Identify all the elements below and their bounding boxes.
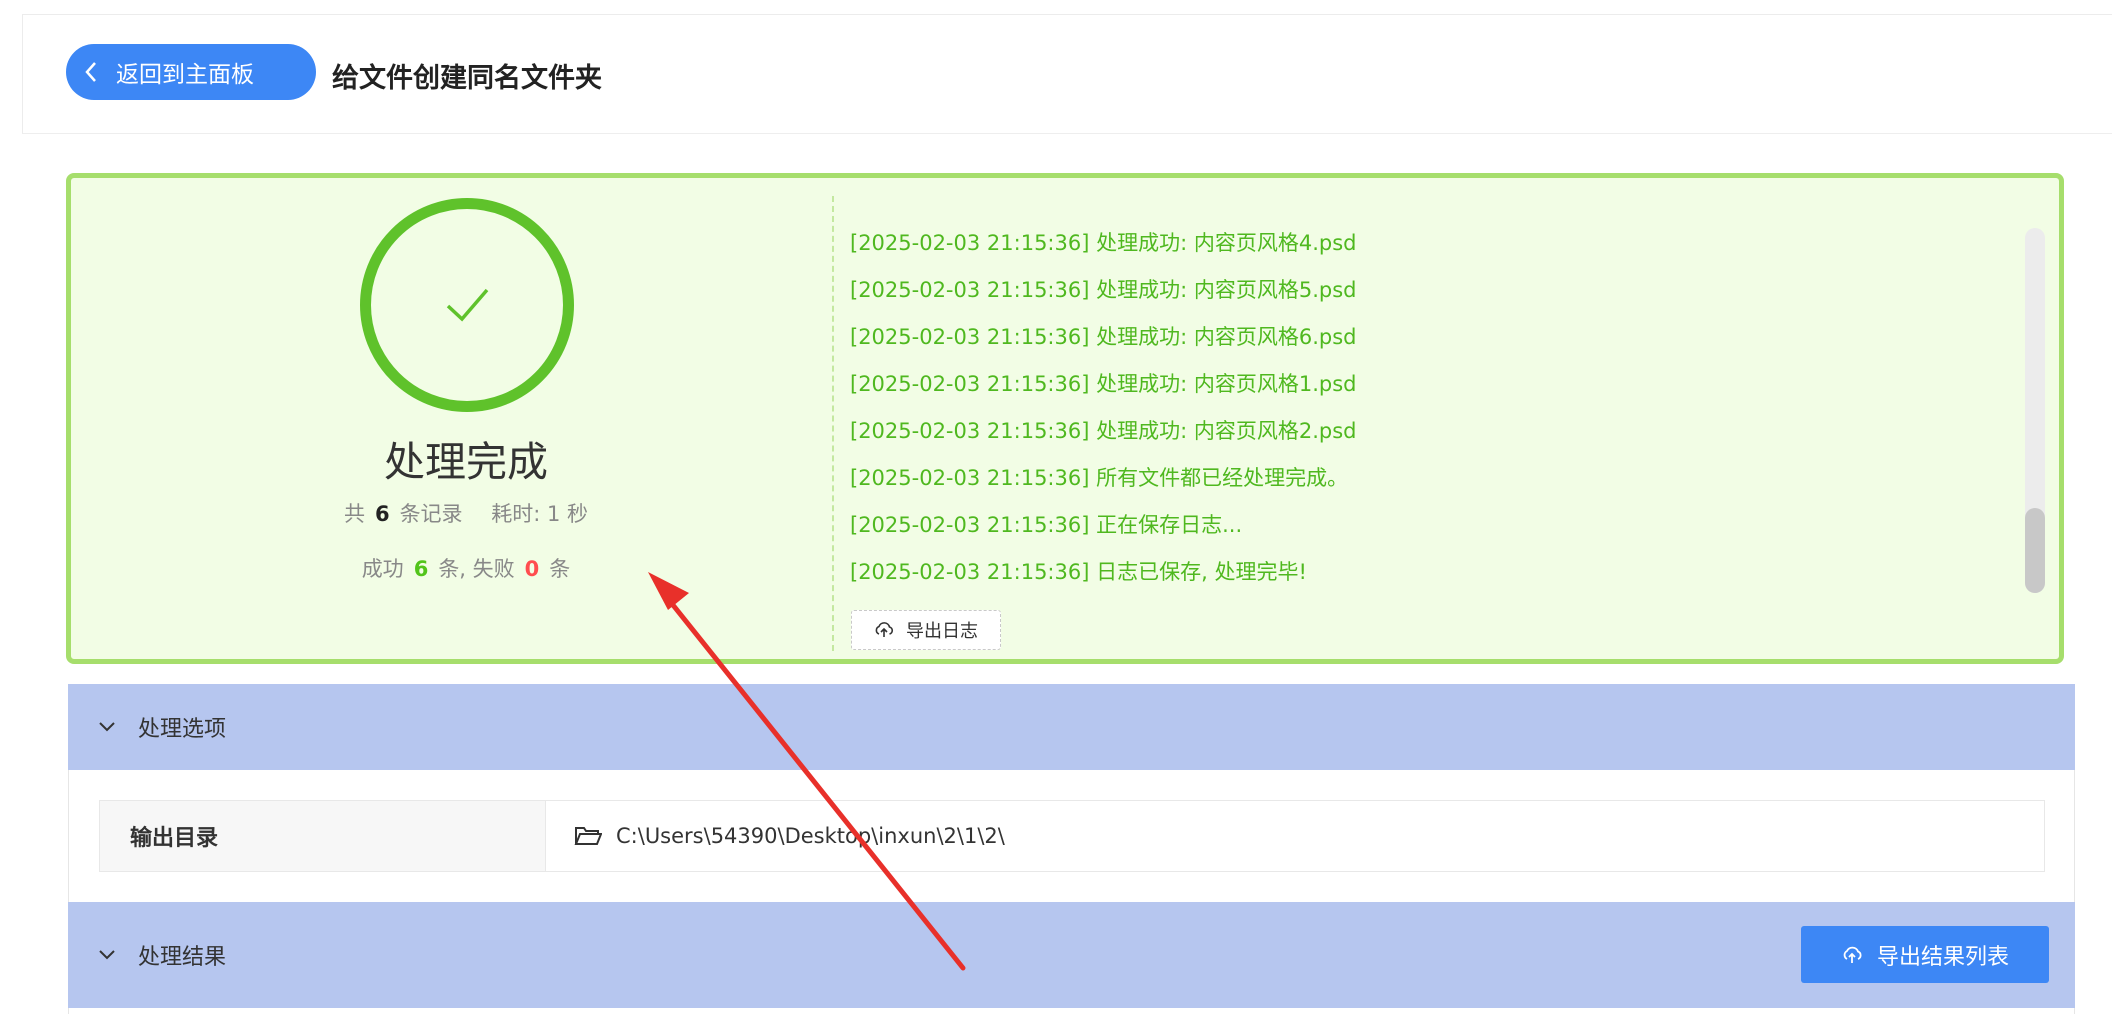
export-results-label: 导出结果列表 [1876,944,2009,970]
log-line: [2025-02-03 21:15:36] 处理成功: 内容页风格2.psd [850,419,1357,443]
options-section-header[interactable]: 处理选项 [68,684,2075,770]
output-dir-value[interactable]: C:\Users\54390\Desktop\inxun\2\1\2\ [546,801,2044,871]
log-line: [2025-02-03 21:15:36] 所有文件都已经处理完成。 [850,466,1349,490]
fail-count: 0 [524,557,540,581]
log-scrollbar[interactable] [2025,228,2045,593]
success-count: 6 [413,557,429,581]
options-section-label: 处理选项 [138,717,227,742]
export-log-button[interactable]: 导出日志 [851,610,1001,650]
total-prefix: 共 [343,502,365,526]
output-dir-path: C:\Users\54390\Desktop\inxun\2\1\2\ [616,824,1005,848]
log-line: [2025-02-03 21:15:36] 日志已保存, 处理完毕! [850,560,1307,584]
back-button-label: 返回到主面板 [116,62,254,88]
success-circle [360,198,574,412]
results-section-label: 处理结果 [138,945,227,970]
cloud-upload-icon [1843,946,1862,963]
success-suffix: 条, 失败 [438,557,515,581]
log-line: [2025-02-03 21:15:36] 处理成功: 内容页风格5.psd [850,278,1357,302]
check-icon [446,288,489,322]
cloud-upload-icon [875,622,893,637]
chevron-left-icon [66,61,116,83]
chevron-down-icon [98,949,122,961]
panel-divider [832,196,834,651]
output-dir-label: 输出目录 [100,801,546,871]
page-title: 给文件创建同名文件夹 [332,63,602,94]
export-log-label: 导出日志 [906,621,978,642]
export-results-button[interactable]: 导出结果列表 [1801,926,2049,983]
status-title: 处理完成 [384,438,548,486]
output-dir-row: 输出目录 C:\Users\54390\Desktop\inxun\2\1\2\ [99,800,2045,872]
total-count: 6 [374,502,390,526]
log-scrollbar-thumb[interactable] [2025,508,2045,593]
log-line: [2025-02-03 21:15:36] 处理成功: 内容页风格6.psd [850,325,1357,349]
total-suffix: 条记录 [399,502,463,526]
elapsed-time: 耗时: 1 秒 [491,502,589,526]
log-line: [2025-02-03 21:15:36] 正在保存日志... [850,513,1243,537]
log-line: [2025-02-03 21:15:36] 处理成功: 内容页风格1.psd [850,372,1357,396]
back-to-dashboard-button[interactable]: 返回到主面板 [66,44,316,100]
folder-open-icon [574,827,602,845]
chevron-down-icon [98,721,122,733]
log-list: [2025-02-03 21:15:36] 处理成功: 内容页风格4.psd [… [850,220,2050,596]
success-prefix: 成功 [361,557,404,581]
success-fail-stats: 成功 6 条, 失败 0 条 [71,553,861,583]
summary-stats: 共 6 条记录 耗时: 1 秒 [71,498,861,528]
results-body [68,1008,2075,1014]
results-section-header[interactable]: 处理结果 [68,902,2075,1008]
result-panel: 处理完成 共 6 条记录 耗时: 1 秒 成功 6 条, 失败 0 条 [2025-02-0… [66,173,2064,664]
fail-suffix: 条 [549,557,571,581]
log-line: [2025-02-03 21:15:36] 处理成功: 内容页风格4.psd [850,231,1357,255]
options-body: 输出目录 C:\Users\54390\Desktop\inxun\2\1\2\ [68,770,2075,902]
